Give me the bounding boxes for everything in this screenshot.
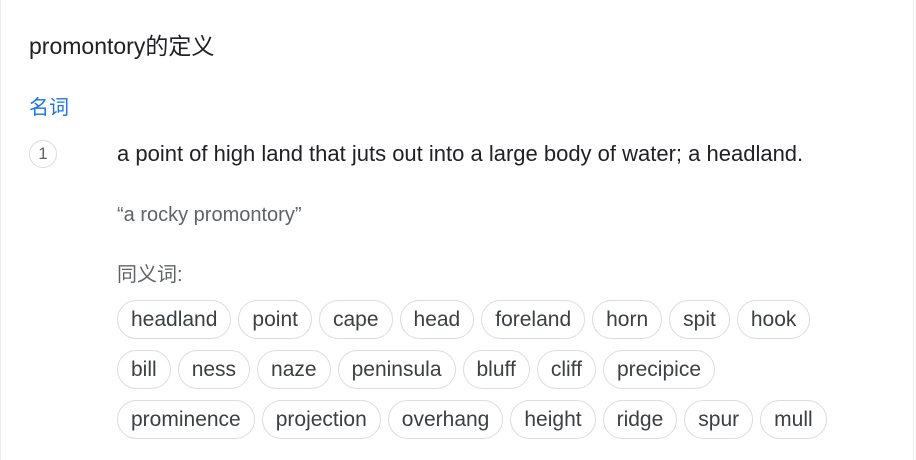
synonym-chip[interactable]: naze (257, 350, 331, 389)
synonym-chip[interactable]: height (510, 400, 596, 439)
synonym-row: prominence projection overhang height ri… (117, 400, 877, 441)
part-of-speech-label: 名词 (29, 97, 69, 119)
synonym-chip[interactable]: peninsula (337, 350, 456, 389)
synonym-chip[interactable]: horn (592, 300, 663, 339)
synonym-row: bill ness naze peninsula bluff cliff pre… (117, 350, 877, 391)
definition-text: a point of high land that juts out into … (117, 141, 804, 166)
synonym-chip[interactable]: ridge (602, 400, 678, 439)
synonym-chip[interactable]: precipice (602, 350, 715, 389)
synonym-chip[interactable]: spit (669, 300, 730, 339)
synonym-chip[interactable]: hook (736, 300, 811, 339)
definition-card: promontory的定义 名词 1 a point of high land … (0, 0, 914, 460)
synonym-chip[interactable]: foreland (481, 300, 586, 339)
synonym-chip[interactable]: cape (318, 300, 393, 339)
synonyms-label: 同义词: (117, 264, 183, 286)
synonym-chip[interactable]: cliff (536, 350, 596, 389)
synonym-chip[interactable]: headland (117, 300, 232, 339)
synonym-chip-list: headland point cape head foreland horn s… (117, 300, 877, 450)
sense-number-badge: 1 (29, 140, 57, 168)
synonym-chip[interactable]: bluff (462, 350, 530, 389)
synonym-chip[interactable]: prominence (117, 400, 255, 439)
synonym-row: headland point cape head foreland horn s… (117, 300, 877, 341)
synonym-chip[interactable]: ness (177, 350, 251, 389)
synonym-chip[interactable]: projection (261, 400, 381, 439)
page-title: promontory的定义 (29, 33, 215, 59)
synonym-chip[interactable]: mull (760, 400, 827, 439)
synonym-chip[interactable]: bill (117, 350, 171, 389)
synonym-chip[interactable]: spur (684, 400, 754, 439)
synonym-chip[interactable]: overhang (387, 400, 504, 439)
synonym-chip[interactable]: head (399, 300, 475, 339)
example-sentence: “a rocky promontory” (117, 204, 302, 226)
synonym-chip[interactable]: point (238, 300, 312, 339)
